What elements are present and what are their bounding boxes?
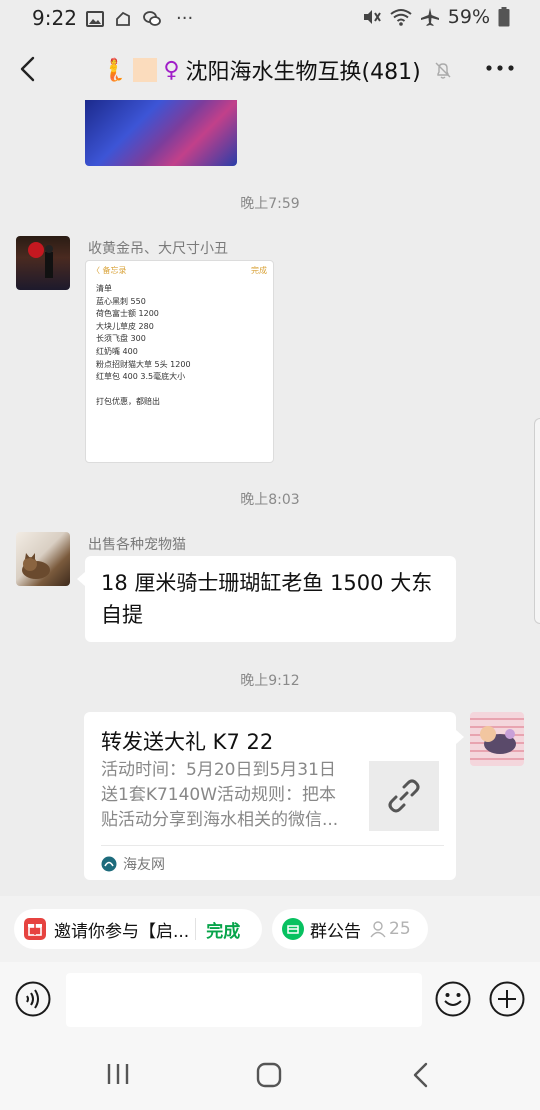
group-title: 🧜 ♀ 沈阳海水生物互换(481): [100, 54, 453, 86]
divider: [101, 845, 444, 846]
more-functions-button[interactable]: [489, 981, 525, 1017]
battery-percent: 59%: [447, 6, 490, 28]
timestamp: 晚上8:03: [240, 492, 300, 508]
group-notice-label: 群公告: [310, 921, 361, 942]
memo-text: 清单 蓝心黑刺 550 荷色富士额 1200 大块儿草皮 280 长须飞盘 30…: [96, 284, 191, 407]
wechat-notification-icon: [143, 10, 161, 26]
link-title: 转发送大礼 K7 22: [101, 730, 274, 754]
back-button[interactable]: [14, 54, 44, 84]
text-message[interactable]: 18 厘米骑士珊瑚缸老鱼 1500 大东自提: [77, 556, 456, 642]
members-icon: [370, 921, 386, 938]
notice-icon: [282, 918, 304, 940]
system-back-button[interactable]: [410, 1062, 432, 1088]
message-text: 18 厘米骑士珊瑚缸老鱼 1500 大东自提: [101, 571, 433, 627]
message-list[interactable]: 晚上7:59 收黄金吊、大尺寸小丑 〈 备忘录 完成 清单 蓝心黑刺 550 荷…: [0, 100, 540, 896]
battery-icon: [498, 7, 510, 27]
blank-emoji-box: [133, 58, 158, 82]
side-scroll-handle[interactable]: [534, 418, 540, 624]
avatar-figure: [28, 242, 53, 278]
link-source-name: 海友网: [123, 857, 165, 873]
mute-vibrate-icon: [363, 10, 381, 24]
mermaid-emoji: 🧜: [100, 57, 128, 83]
home-button[interactable]: [256, 1062, 282, 1088]
system-nav-bar: [0, 1038, 540, 1110]
member-count: 25: [389, 919, 411, 939]
group-name: 沈阳海水生物互换(481): [185, 60, 421, 85]
status-bar: 9:22 ··· 59%: [0, 0, 540, 38]
airplane-mode-icon: [420, 8, 439, 26]
memo-back-label: 〈 备忘录: [92, 266, 127, 275]
gallery-icon: [86, 10, 104, 27]
recent-apps-button[interactable]: [106, 1062, 130, 1086]
gift-icon: [24, 918, 46, 940]
timestamp: 晚上7:59: [240, 196, 300, 212]
input-bar: [0, 962, 540, 1038]
mute-bell-icon: [435, 62, 451, 79]
app-notification-icon: [116, 11, 130, 26]
link-card-message[interactable]: 转发送大礼 K7 22 活动时间：5月20日到5月31日送1套K7140W活动规…: [84, 712, 464, 880]
emoji-button[interactable]: [435, 981, 471, 1017]
message-input[interactable]: [66, 973, 422, 1027]
voice-input-button[interactable]: [15, 981, 51, 1017]
avatar[interactable]: [16, 236, 70, 290]
avatar-cartoon: [480, 726, 516, 754]
timestamp: 晚上9:12: [240, 673, 300, 689]
invite-chip[interactable]: 邀请你参与【启... 完成: [14, 909, 262, 949]
source-logo-icon: [101, 856, 117, 872]
link-thumbnail: [369, 761, 439, 831]
invite-text: 邀请你参与【启...: [54, 921, 190, 942]
pinned-bar: 邀请你参与【启... 完成 群公告 25: [0, 896, 540, 962]
female-symbol: ♀: [163, 57, 180, 83]
memo-done-label: 完成: [251, 266, 267, 275]
status-time: 9:22: [32, 6, 77, 30]
group-notice-chip[interactable]: 群公告 25: [272, 909, 428, 949]
link-icon: [388, 779, 420, 813]
avatar-cat: [22, 553, 50, 579]
coral-image-message[interactable]: [85, 100, 237, 166]
more-notifications-icon: ···: [176, 8, 194, 29]
more-options-button[interactable]: [484, 58, 516, 78]
link-description: 活动时间：5月20日到5月31日送1套K7140W活动规则：把本贴活动分享到海水…: [101, 760, 339, 830]
sender-name: 收黄金吊、大尺寸小丑: [88, 241, 228, 257]
wifi-icon: [390, 9, 412, 26]
invite-done-button[interactable]: 完成: [206, 917, 240, 942]
sender-name: 出售各种宠物猫: [88, 537, 186, 553]
avatar[interactable]: [16, 532, 70, 586]
memo-screenshot-message[interactable]: 〈 备忘录 完成 清单 蓝心黑刺 550 荷色富士额 1200 大块儿草皮 28…: [85, 260, 274, 463]
my-avatar[interactable]: [470, 712, 524, 766]
chat-header: 🧜 ♀ 沈阳海水生物互换(481): [0, 38, 540, 100]
